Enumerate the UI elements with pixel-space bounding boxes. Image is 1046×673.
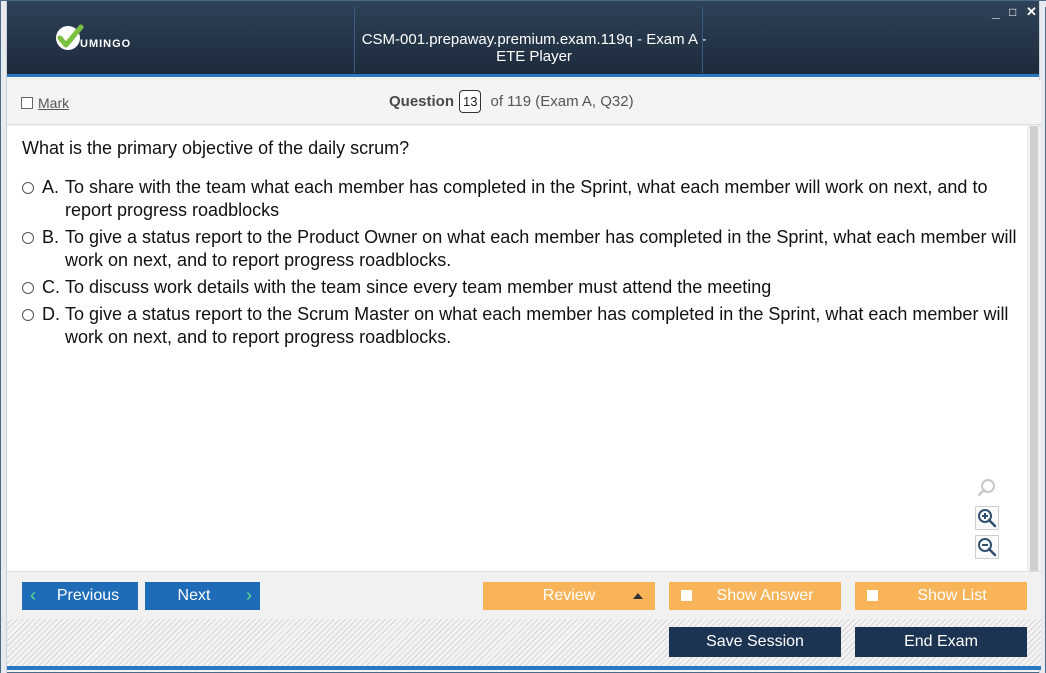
show-list-button[interactable]: Show List [855, 582, 1027, 610]
answer-option-c[interactable]: C. To discuss work details with the team… [22, 276, 1022, 299]
checkbox-icon[interactable] [681, 590, 692, 601]
app-logo: UMINGO [54, 24, 132, 55]
scrollbar-thumb[interactable] [1030, 126, 1038, 571]
radio-button[interactable] [22, 282, 34, 294]
show-answer-label: Show Answer [716, 587, 814, 604]
question-header: Mark Question 13 of 119 (Exam A, Q32) [7, 80, 1041, 125]
title-bar: UMINGO CSM-001.prepaway.premium.exam.119… [6, 1, 1042, 77]
answer-text: To give a status report to the Scrum Mas… [65, 304, 1009, 347]
question-content: What is the primary objective of the dai… [7, 126, 1027, 571]
answer-text: To discuss work details with the team si… [65, 277, 772, 297]
window-bottom-border [7, 666, 1041, 670]
save-session-button[interactable]: Save Session [669, 627, 841, 657]
minimize-button[interactable]: _ [992, 5, 1000, 19]
chevron-right-icon: › [246, 585, 252, 605]
zoom-in-icon[interactable] [975, 506, 999, 530]
answer-option-a[interactable]: A. To share with the team what each memb… [22, 176, 1022, 222]
review-button[interactable]: Review [483, 582, 655, 610]
triangle-up-icon [633, 593, 643, 599]
answer-text: To share with the team what each member … [65, 177, 988, 220]
previous-label: Previous [56, 587, 120, 604]
maximize-button[interactable]: □ [1009, 5, 1016, 19]
next-label: Next [177, 587, 211, 604]
session-bar: Save Session End Exam [7, 619, 1041, 666]
checkbox-icon[interactable] [21, 97, 33, 109]
logo-text: UMINGO [80, 38, 132, 50]
review-label: Review [542, 587, 596, 604]
radio-button[interactable] [22, 182, 34, 194]
radio-button[interactable] [22, 309, 34, 321]
answer-letter: D. [42, 304, 60, 324]
answer-text: To give a status report to the Product O… [65, 227, 1017, 270]
question-text: What is the primary objective of the dai… [22, 138, 410, 158]
mark-label: Mark [38, 95, 70, 111]
mark-checkbox[interactable]: Mark [21, 95, 69, 111]
question-label: Question [389, 93, 455, 110]
magnifier-icon[interactable] [975, 476, 999, 500]
question-total: of 119 (Exam A, Q32) [490, 93, 634, 110]
radio-button[interactable] [22, 232, 34, 244]
answer-option-d[interactable]: D. To give a status report to the Scrum … [22, 303, 1022, 349]
zoom-out-icon[interactable] [975, 535, 999, 559]
checkbox-icon[interactable] [867, 590, 878, 601]
vertical-scrollbar[interactable] [1027, 126, 1041, 571]
answer-letter: C. [42, 277, 60, 297]
title-separator [702, 7, 703, 73]
answer-letter: A. [42, 177, 60, 197]
answer-list: A. To share with the team what each memb… [22, 176, 1022, 353]
previous-button[interactable]: ‹ Previous [22, 582, 138, 610]
end-exam-button[interactable]: End Exam [855, 627, 1027, 657]
close-button[interactable]: ✕ [1026, 5, 1037, 19]
navigation-bar: ‹ Previous Next › Review Show Answer Sho… [7, 571, 1041, 619]
show-answer-button[interactable]: Show Answer [669, 582, 841, 610]
next-button[interactable]: Next › [145, 582, 260, 610]
show-list-label: Show List [917, 587, 987, 604]
question-number-input[interactable]: 13 [459, 90, 482, 113]
question-indicator: Question 13 of 119 (Exam A, Q32) [389, 90, 634, 113]
title-separator [354, 7, 355, 73]
window-title: CSM-001.prepaway.premium.exam.119q - Exa… [361, 31, 707, 65]
answer-letter: B. [42, 227, 60, 247]
ete-player-window: UMINGO CSM-001.prepaway.premium.exam.119… [0, 0, 1046, 673]
chevron-left-icon: ‹ [30, 585, 36, 605]
answer-option-b[interactable]: B. To give a status report to the Produc… [22, 226, 1022, 272]
